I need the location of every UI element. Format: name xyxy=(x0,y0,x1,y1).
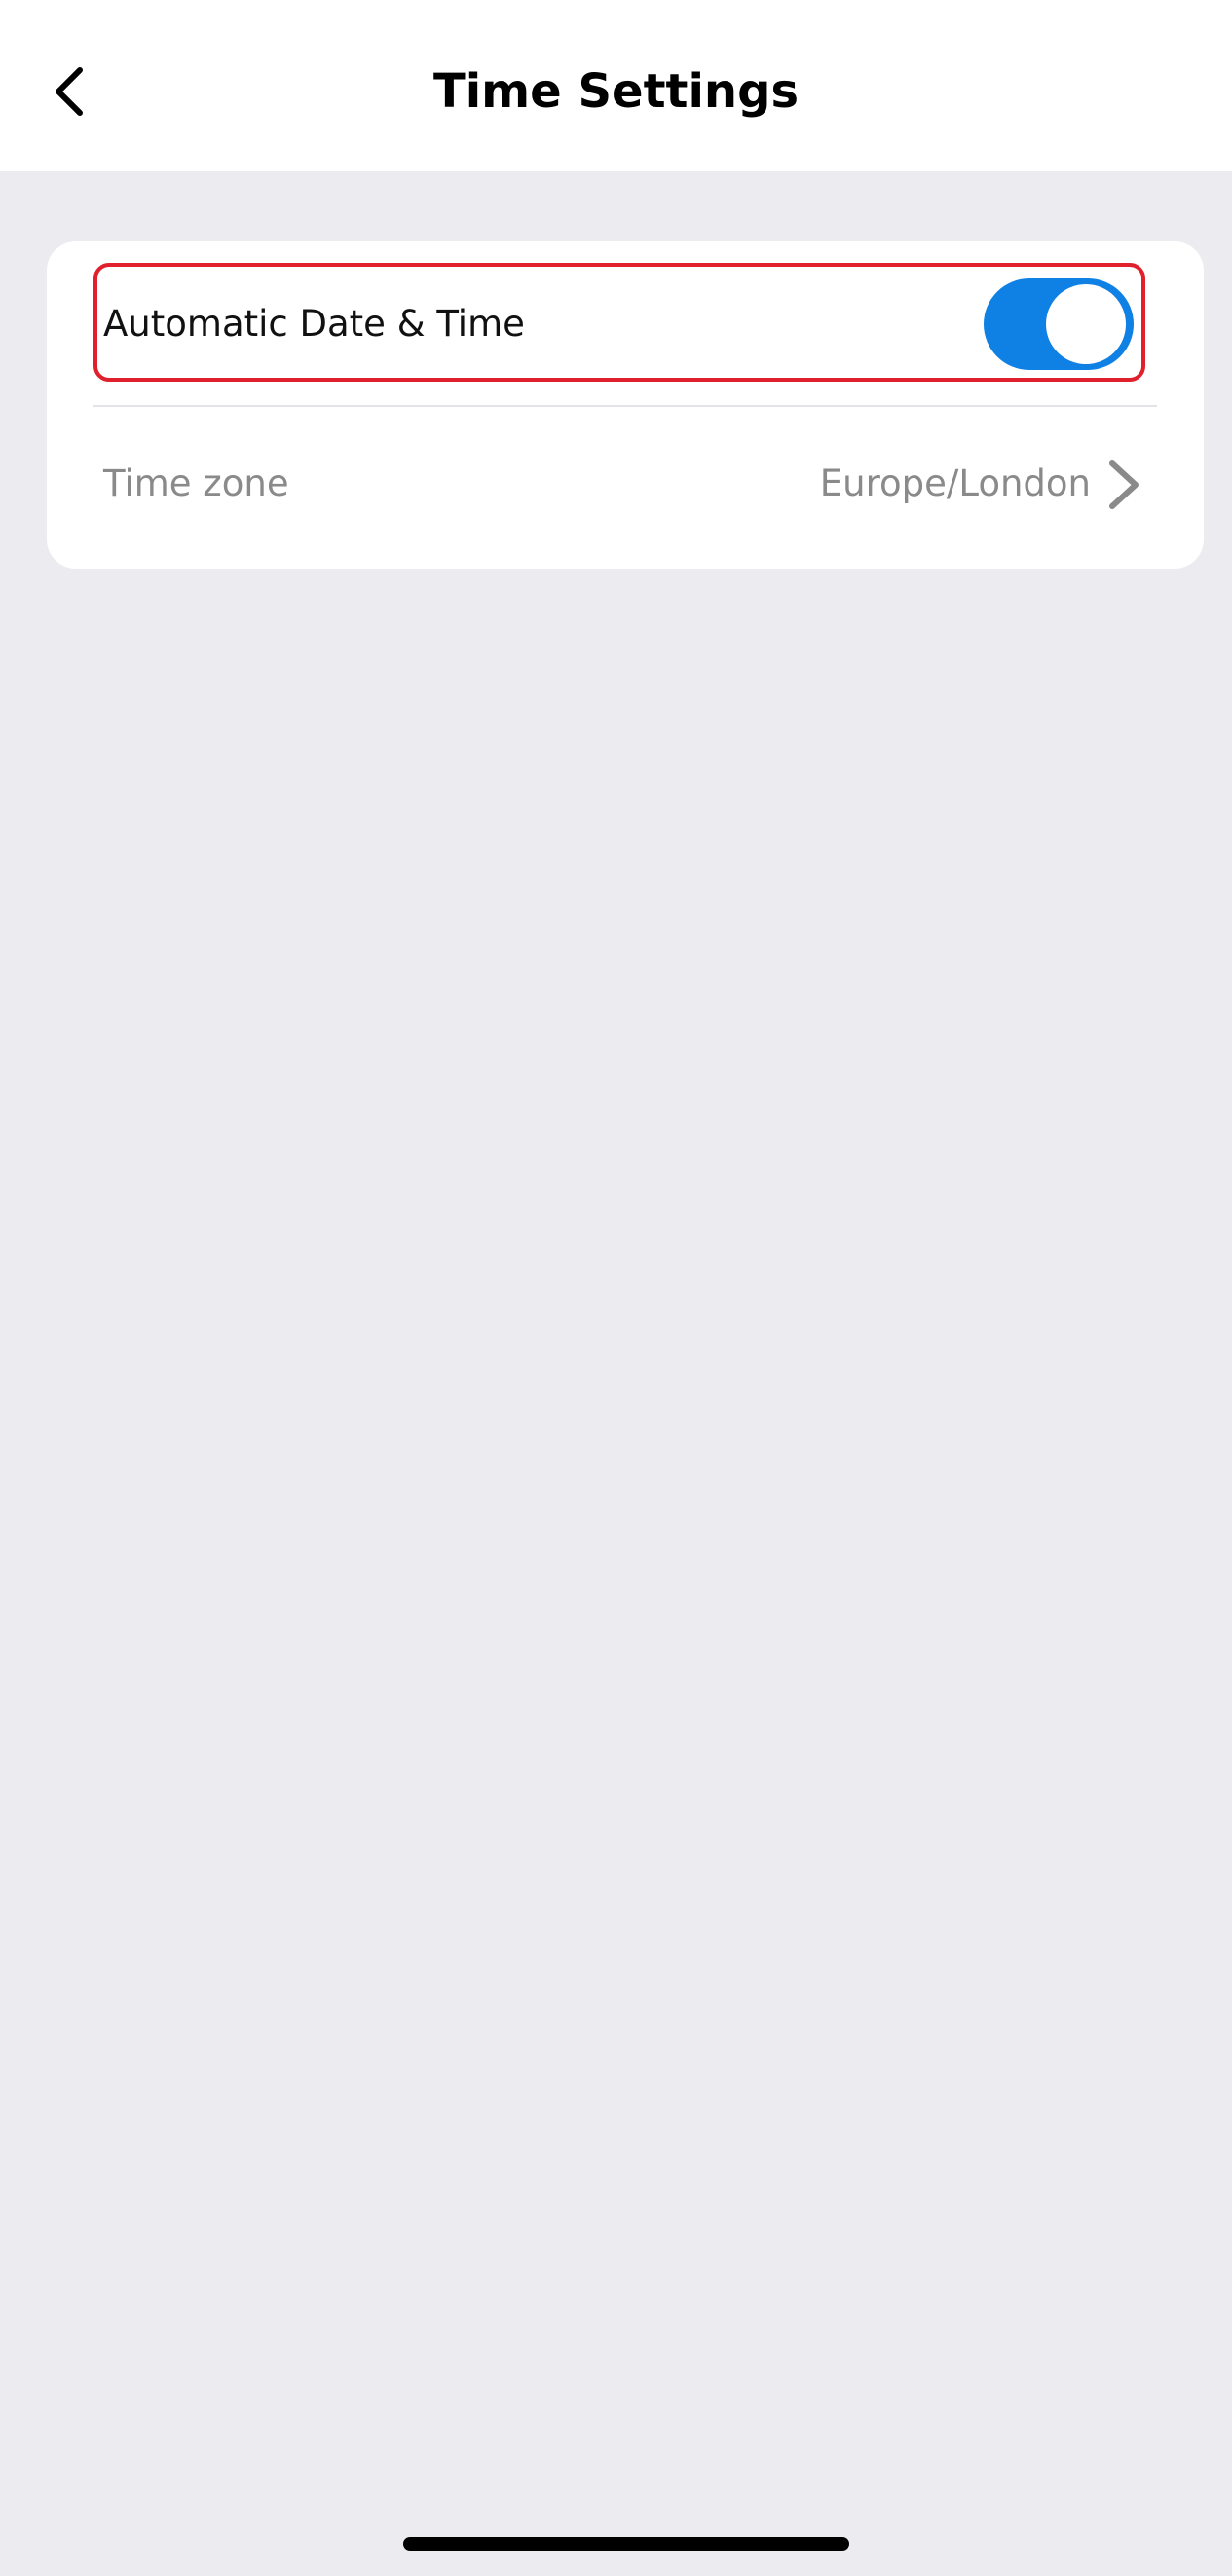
home-indicator[interactable] xyxy=(403,2537,849,2551)
top-bar: Time Settings xyxy=(0,0,1232,171)
automatic-date-time-label: Automatic Date & Time xyxy=(103,303,525,345)
settings-card: Automatic Date & Time Time zone Europe/L… xyxy=(47,241,1204,569)
toggle-knob xyxy=(1046,284,1126,364)
chevron-right-icon xyxy=(1109,460,1139,509)
time-zone-row[interactable]: Time zone Europe/London xyxy=(93,409,1157,565)
page-title: Time Settings xyxy=(432,64,800,119)
row-divider xyxy=(93,405,1157,407)
time-zone-label: Time zone xyxy=(103,462,289,504)
time-zone-value: Europe/London xyxy=(819,462,1091,504)
automatic-date-time-toggle[interactable] xyxy=(984,278,1134,370)
